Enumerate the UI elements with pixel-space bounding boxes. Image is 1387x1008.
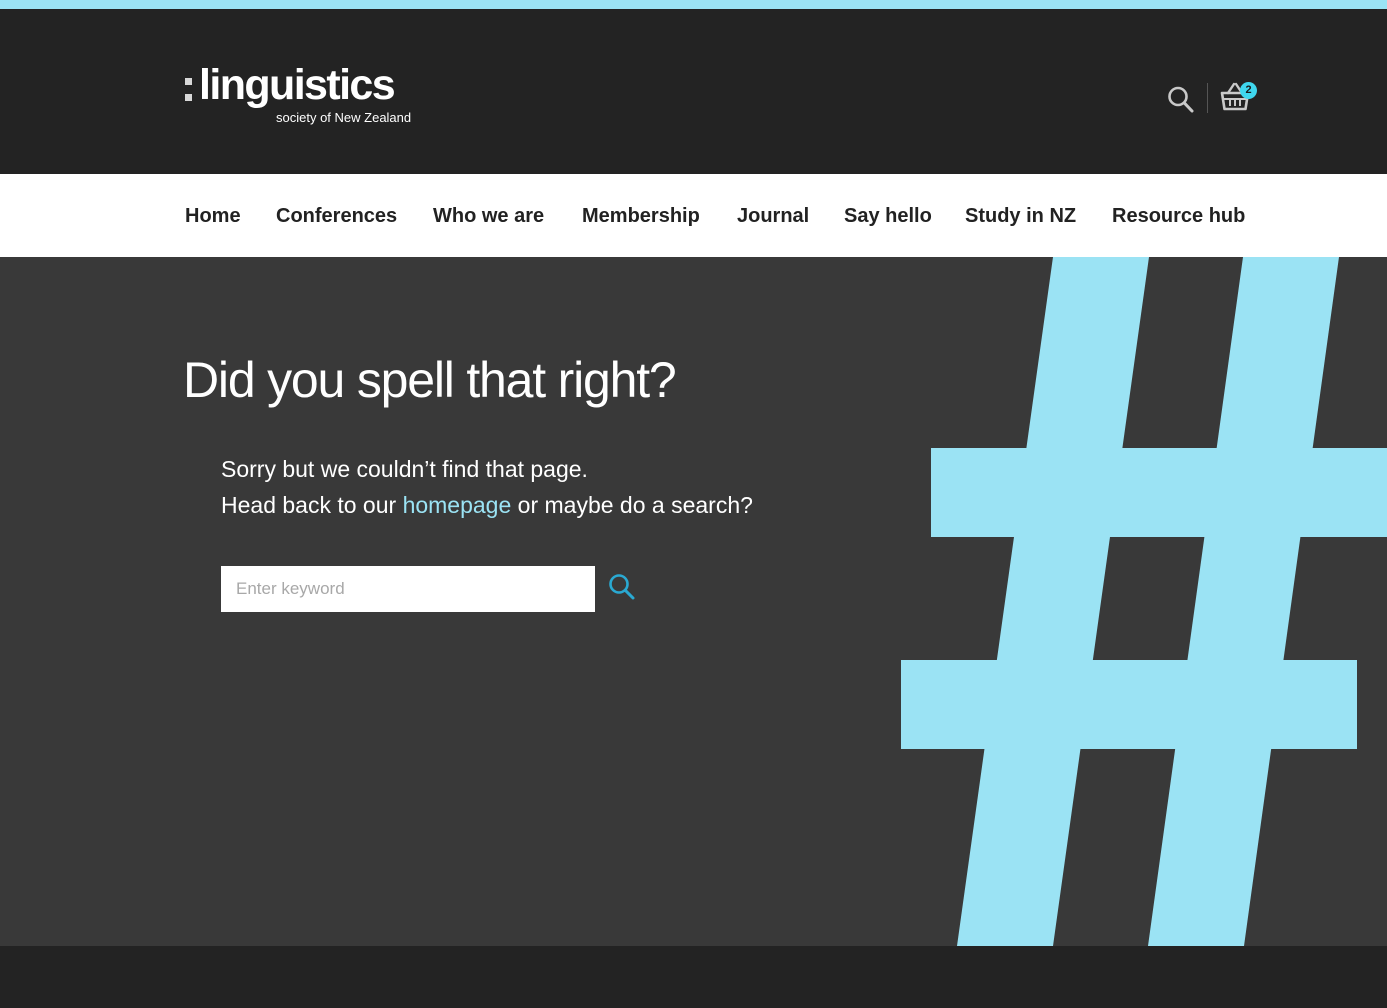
nav-item-resource-hub[interactable]: Resource hub (1112, 204, 1245, 228)
search-icon (1168, 86, 1194, 113)
nav-item-who-we-are[interactable]: Who we are (433, 204, 544, 228)
logo-wordmark: linguistics (199, 61, 396, 109)
help-text-before: Head back to our (221, 492, 403, 518)
site-header: linguistics society of New Zealand 2 (0, 9, 1387, 174)
top-accent-strip (0, 0, 1387, 9)
help-text-after: or maybe do a search? (511, 492, 753, 518)
logo-colon-mark (183, 65, 195, 105)
search-submit-button[interactable] (607, 572, 639, 604)
nav-item-study-in-nz[interactable]: Study in NZ (965, 204, 1076, 228)
header-search-button[interactable] (1166, 84, 1196, 116)
page-title: Did you spell that right? (183, 352, 677, 408)
nav-item-journal[interactable]: Journal (737, 204, 809, 228)
nav-item-home[interactable]: Home (185, 204, 241, 228)
help-message: Head back to our homepage or maybe do a … (221, 490, 753, 520)
site-footer (0, 946, 1387, 1008)
logo-tagline: society of New Zealand (276, 110, 412, 125)
main-navigation: Home Conferences Who we are Membership J… (0, 174, 1387, 257)
homepage-link[interactable]: homepage (403, 492, 512, 518)
nav-item-membership[interactable]: Membership (582, 204, 700, 228)
header-divider (1207, 83, 1208, 113)
search-input[interactable] (221, 566, 595, 612)
nav-item-conferences[interactable]: Conferences (276, 204, 397, 228)
cart-button[interactable]: 2 (1219, 80, 1261, 116)
search-icon (609, 574, 635, 600)
site-logo[interactable]: linguistics society of New Zealand (183, 61, 423, 125)
cart-count-badge: 2 (1240, 82, 1257, 99)
nav-item-say-hello[interactable]: Say hello (844, 204, 932, 228)
not-found-message: Sorry but we couldn’t find that page. (221, 456, 588, 482)
